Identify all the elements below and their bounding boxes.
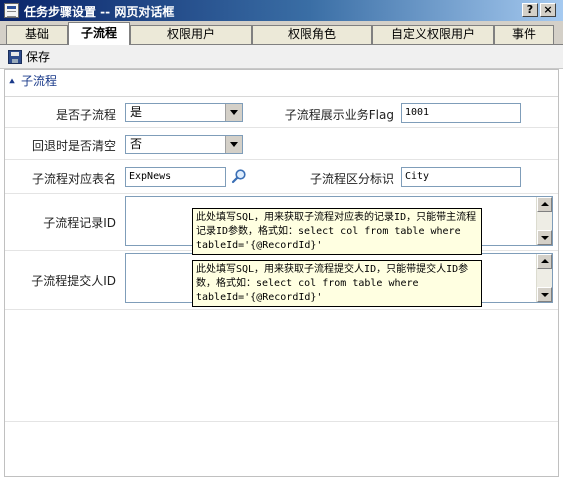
toolbar: 保存 <box>0 45 563 69</box>
scroll-up-icon[interactable] <box>537 197 552 212</box>
tab-permission-users[interactable]: 权限用户 <box>130 25 252 44</box>
record-id-label: 子流程记录ID <box>43 216 116 230</box>
row-divider <box>5 309 558 310</box>
clear-on-back-value: 否 <box>130 137 143 151</box>
submitter-id-label: 子流程提交人ID <box>31 274 116 288</box>
row-divider <box>5 159 558 160</box>
tab-custom-permission-users[interactable]: 自定义权限用户 <box>372 25 494 44</box>
search-icon[interactable] <box>231 168 247 184</box>
scroll-down-icon[interactable] <box>537 230 552 245</box>
table-name-input[interactable]: ExpNews <box>125 167 226 187</box>
window-titlebar: 任务步骤设置 -- 网页对话框 ? × <box>0 0 563 21</box>
section-header-subflow[interactable]: ⯅ 子流程 <box>8 72 57 90</box>
section-divider <box>5 96 558 97</box>
display-flag-input[interactable]: 1001 <box>401 103 521 123</box>
chevron-down-icon[interactable] <box>225 136 242 153</box>
help-button[interactable]: ? <box>522 3 538 17</box>
save-button-label: 保存 <box>26 50 51 64</box>
is-subflow-label: 是否子流程 <box>55 108 116 122</box>
record-id-scrollbar[interactable] <box>536 197 552 245</box>
bottom-divider <box>5 421 558 422</box>
save-disk-icon <box>8 50 22 64</box>
submitter-id-scrollbar[interactable] <box>536 254 552 302</box>
distinguish-label: 子流程区分标识 <box>309 172 394 186</box>
save-button[interactable]: 保存 <box>8 48 50 66</box>
record-id-tooltip: 此处填写SQL，用来获取子流程对应表的记录ID，只能带主流程记录ID参数，格式如… <box>192 208 482 255</box>
submitter-id-tooltip: 此处填写SQL，用来获取子流程提交人ID，只能带提交人ID参数，格式如：sele… <box>192 260 482 307</box>
display-flag-label: 子流程展示业务Flag <box>284 108 394 122</box>
tab-events[interactable]: 事件 <box>494 25 554 44</box>
double-chevron-up-icon: ⯅ <box>8 77 16 88</box>
tab-subflow[interactable]: 子流程 <box>68 22 130 45</box>
scroll-up-icon[interactable] <box>537 254 552 269</box>
scroll-down-icon[interactable] <box>537 287 552 302</box>
row-divider <box>5 127 558 128</box>
table-name-label: 子流程对应表名 <box>31 172 116 186</box>
clear-on-back-select[interactable]: 否 <box>125 135 243 154</box>
tab-permission-roles[interactable]: 权限角色 <box>252 25 372 44</box>
tab-bar: 基础 子流程 权限用户 权限角色 自定义权限用户 事件 <box>0 21 563 45</box>
window-title: 任务步骤设置 -- 网页对话框 <box>24 5 175 19</box>
window-app-icon <box>4 3 19 18</box>
is-subflow-select[interactable]: 是 <box>125 103 243 122</box>
section-title: 子流程 <box>21 74 58 88</box>
clear-on-back-label: 回退时是否清空 <box>31 139 116 153</box>
close-button[interactable]: × <box>540 3 556 17</box>
chevron-down-icon[interactable] <box>225 104 242 121</box>
distinguish-input[interactable]: City <box>401 167 521 187</box>
row-divider <box>5 193 558 194</box>
tab-basic[interactable]: 基础 <box>6 25 68 44</box>
is-subflow-value: 是 <box>130 105 143 119</box>
